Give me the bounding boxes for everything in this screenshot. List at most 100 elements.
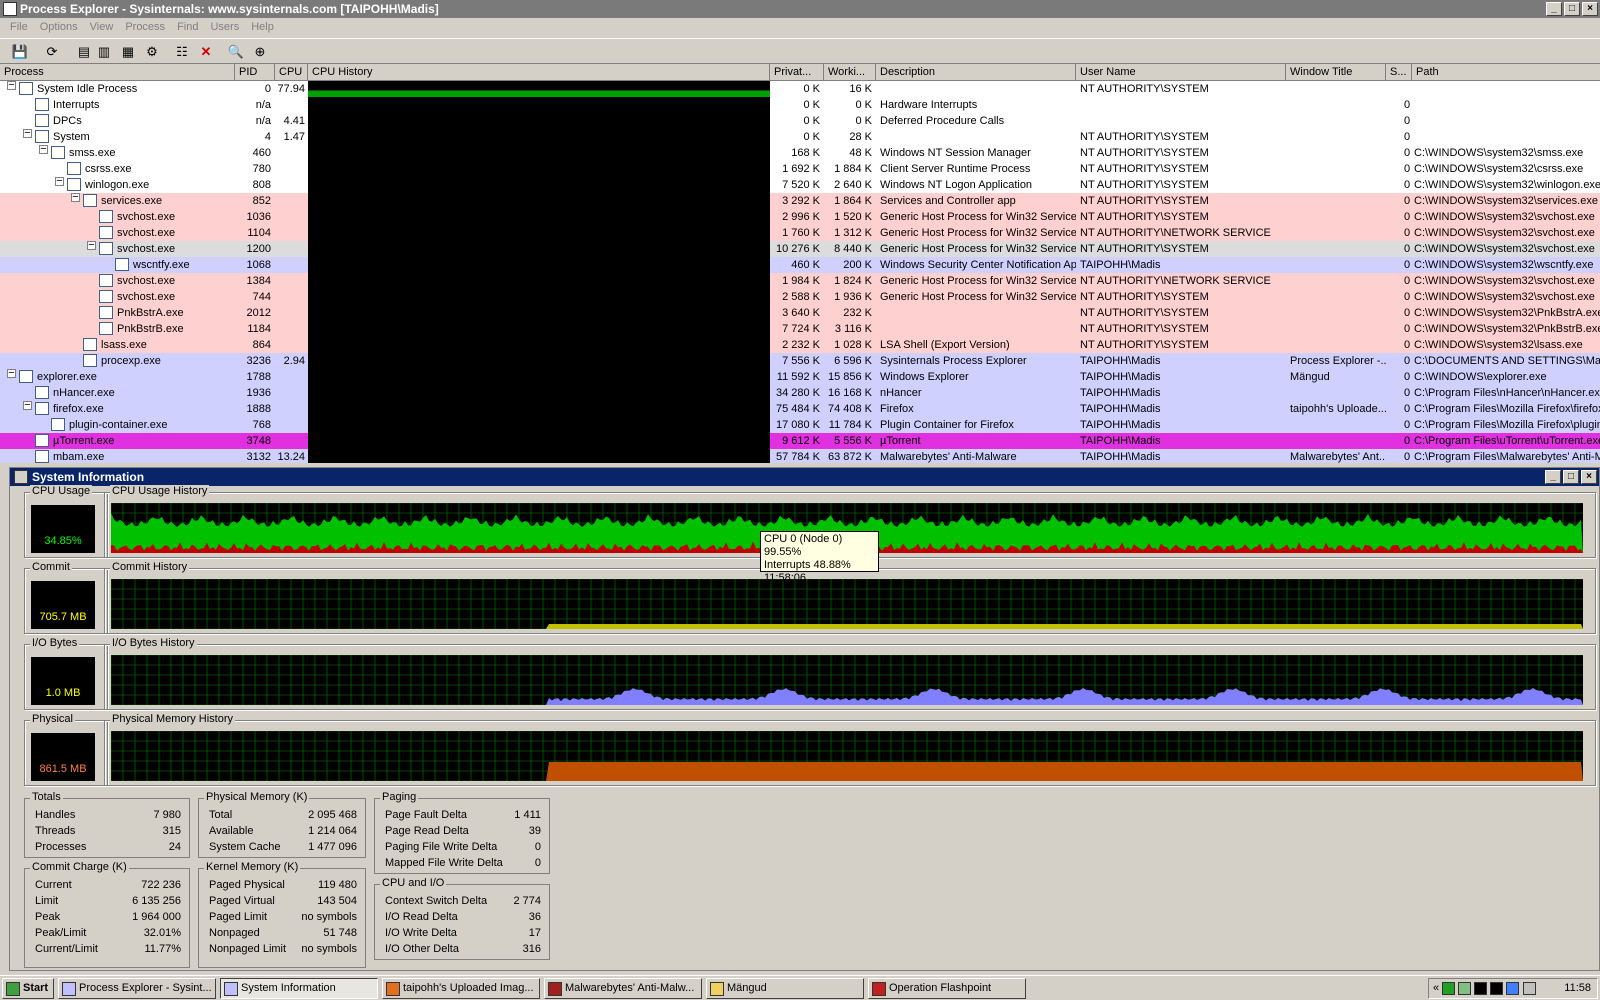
view-handles-icon[interactable]: ⚙	[142, 42, 162, 62]
menu-view[interactable]: View	[84, 18, 120, 38]
physical-history-graph[interactable]	[111, 731, 1583, 781]
col-working[interactable]: Worki...	[824, 64, 876, 80]
tree-collapse-icon[interactable]: −	[23, 401, 32, 410]
task-firefox[interactable]: taipohh's Uploaded Imag...	[382, 978, 540, 999]
process-user: NT AUTHORITY\SYSTEM	[1080, 211, 1209, 223]
volume-tray-icon[interactable]	[1522, 981, 1536, 995]
save-icon[interactable]: 💾	[10, 42, 30, 62]
kill-process-icon[interactable]: ✕	[196, 42, 216, 62]
process-row[interactable]: − smss.exe 460 168 K 48 K Windows NT Session …	[0, 145, 1600, 161]
totals-title: Totals	[30, 791, 63, 803]
close-button[interactable]: ×	[1582, 2, 1598, 16]
menu-users[interactable]: Users	[204, 18, 245, 38]
security-tray-icon[interactable]	[1506, 981, 1520, 995]
system-info-icon[interactable]: ▤	[74, 42, 94, 62]
minimize-button[interactable]: _	[1546, 2, 1562, 16]
process-row[interactable]: lsass.exe 864 2 232 K 1 028 K LSA Shell (Exp…	[0, 337, 1600, 353]
stat-label: Context Switch Delta	[385, 895, 488, 907]
process-row[interactable]: − firefox.exe 1888 75 484 K 74 408 K Firefox T…	[0, 401, 1600, 417]
properties-icon[interactable]: ☷	[172, 42, 192, 62]
process-row[interactable]: µTorrent.exe 3748 9 612 K 5 556 K µTorrent TA…	[0, 433, 1600, 449]
tree-collapse-icon[interactable]: −	[55, 177, 64, 186]
process-row[interactable]: − svchost.exe 1200 10 276 K 8 440 K Generic H…	[0, 241, 1600, 257]
col-cpu[interactable]: CPU	[275, 64, 308, 80]
process-cpu: 1.47	[283, 131, 305, 143]
process-row[interactable]: csrss.exe 780 1 692 K 1 884 K Client Server …	[0, 161, 1600, 177]
process-wt: Mängud	[1290, 371, 1330, 383]
target-window-icon[interactable]: ⊕	[250, 42, 270, 62]
find-icon[interactable]: 🔍	[226, 42, 246, 62]
process-row[interactable]: − System 4 1.47 0 K 28 K NT AUTHORITY\SYSTEM 0	[0, 129, 1600, 145]
process-row[interactable]: svchost.exe 1384 1 984 K 1 824 K Generic Hos…	[0, 273, 1600, 289]
task-malwarebytes[interactable]: Malwarebytes' Anti-Malw...	[544, 978, 702, 999]
sysinfo-minimize-button[interactable]: _	[1545, 470, 1561, 484]
col-private[interactable]: Privat...	[770, 64, 824, 80]
tree-collapse-icon[interactable]: −	[39, 145, 48, 154]
tray-expand-icon[interactable]: «	[1429, 982, 1439, 994]
menu-help[interactable]: Help	[245, 18, 280, 38]
menu-process[interactable]: Process	[119, 18, 171, 38]
process-name: nHancer.exe	[53, 387, 115, 399]
process-row[interactable]: PnkBstrB.exe 1184 7 724 K 3 116 K NT AUTHORI…	[0, 321, 1600, 337]
process-work: 15 856 K	[827, 371, 872, 383]
procexp-tray-icon-2[interactable]	[1490, 981, 1504, 995]
col-pid[interactable]: PID	[235, 64, 275, 80]
refresh-icon[interactable]: ⟳	[42, 42, 62, 62]
process-row[interactable]: − services.exe 852 3 292 K 1 864 K Services a…	[0, 193, 1600, 209]
start-button[interactable]: Start	[2, 978, 54, 999]
col-user[interactable]: User Name	[1076, 64, 1286, 80]
process-icon	[51, 146, 65, 159]
tree-collapse-icon[interactable]: −	[7, 81, 16, 90]
tree-collapse-icon[interactable]: −	[7, 369, 16, 378]
stat-row: I/O Write Delta 17	[375, 925, 549, 941]
network-tray-icon[interactable]	[1458, 981, 1472, 995]
col-path[interactable]: Path	[1412, 64, 1600, 80]
col-description[interactable]: Description	[876, 64, 1076, 80]
process-row[interactable]: mbam.exe 3132 13.24 57 784 K 63 872 K Malware…	[0, 449, 1600, 463]
col-session[interactable]: S...	[1386, 64, 1412, 80]
commit-history-graph[interactable]	[111, 579, 1583, 629]
maximize-button[interactable]: □	[1564, 2, 1580, 16]
process-row[interactable]: nHancer.exe 1936 34 280 K 16 168 K nHancer TA…	[0, 385, 1600, 401]
process-row[interactable]: plugin-container.exe 768 17 080 K 11 784 K P…	[0, 417, 1600, 433]
process-icon	[35, 114, 49, 127]
utorrent-tray-icon[interactable]	[1442, 981, 1456, 995]
task-mangud-folder[interactable]: Mängud	[706, 978, 864, 999]
process-row[interactable]: procexp.exe 3236 2.94 7 556 K 6 596 K Sysinte…	[0, 353, 1600, 369]
sysinfo-maximize-button[interactable]: □	[1563, 470, 1579, 484]
menu-file[interactable]: File	[4, 18, 34, 38]
menu-options[interactable]: Options	[34, 18, 84, 38]
window-title-bar[interactable]: Process Explorer - Sysinternals: www.sys…	[0, 0, 1600, 18]
process-row[interactable]: svchost.exe 1104 1 760 K 1 312 K Generic Hos…	[0, 225, 1600, 241]
stat-value: 722 236	[141, 879, 181, 891]
process-row[interactable]: − System Idle Process 0 77.94 0 K 16 K NT AUTH…	[0, 81, 1600, 97]
process-list[interactable]: − System Idle Process 0 77.94 0 K 16 K NT AUTH…	[0, 81, 1600, 463]
tree-collapse-icon[interactable]: −	[71, 193, 80, 202]
procexp-tray-icon[interactable]	[1474, 981, 1488, 995]
process-row[interactable]: svchost.exe 1036 2 996 K 1 520 K Generic Hos…	[0, 209, 1600, 225]
view-dlls-icon[interactable]: ▦	[118, 42, 138, 62]
menu-find[interactable]: Find	[171, 18, 204, 38]
process-row[interactable]: − explorer.exe 1788 11 592 K 15 856 K Windows…	[0, 369, 1600, 385]
col-process[interactable]: Process	[0, 64, 235, 80]
col-cpu-history[interactable]: CPU History	[308, 64, 770, 80]
sysinfo-title-bar[interactable]: System Information _ □ ×	[10, 468, 1599, 486]
sysinfo-close-button[interactable]: ×	[1581, 470, 1597, 484]
process-row[interactable]: Interrupts n/a 0 K 0 K Hardware Interrupts 0	[0, 97, 1600, 113]
process-row[interactable]: − winlogon.exe 808 7 520 K 2 640 K Windows NT…	[0, 177, 1600, 193]
task-operation-flashpoint[interactable]: Operation Flashpoint	[868, 978, 1026, 999]
show-lower-pane-icon[interactable]: ▥	[94, 42, 114, 62]
kernel-memory-title: Kernel Memory (K)	[204, 861, 301, 873]
process-row[interactable]: wscntfy.exe 1068 460 K 200 K Windows Securit…	[0, 257, 1600, 273]
stat-label: Mapped File Write Delta	[385, 857, 503, 869]
process-row[interactable]: DPCs n/a 4.41 0 K 0 K Deferred Procedure Call…	[0, 113, 1600, 129]
tree-collapse-icon[interactable]: −	[87, 241, 96, 250]
process-s: 0	[1404, 355, 1411, 367]
tree-collapse-icon[interactable]: −	[23, 129, 32, 138]
task-system-information[interactable]: System Information	[220, 978, 378, 999]
process-row[interactable]: PnkBstrA.exe 2012 3 640 K 232 K NT AUTHORITY…	[0, 305, 1600, 321]
task-process-explorer[interactable]: Process Explorer - Sysint...	[58, 978, 216, 999]
io-history-graph[interactable]	[111, 655, 1583, 705]
process-row[interactable]: svchost.exe 744 2 588 K 1 936 K Generic Host…	[0, 289, 1600, 305]
col-window-title[interactable]: Window Title	[1286, 64, 1386, 80]
